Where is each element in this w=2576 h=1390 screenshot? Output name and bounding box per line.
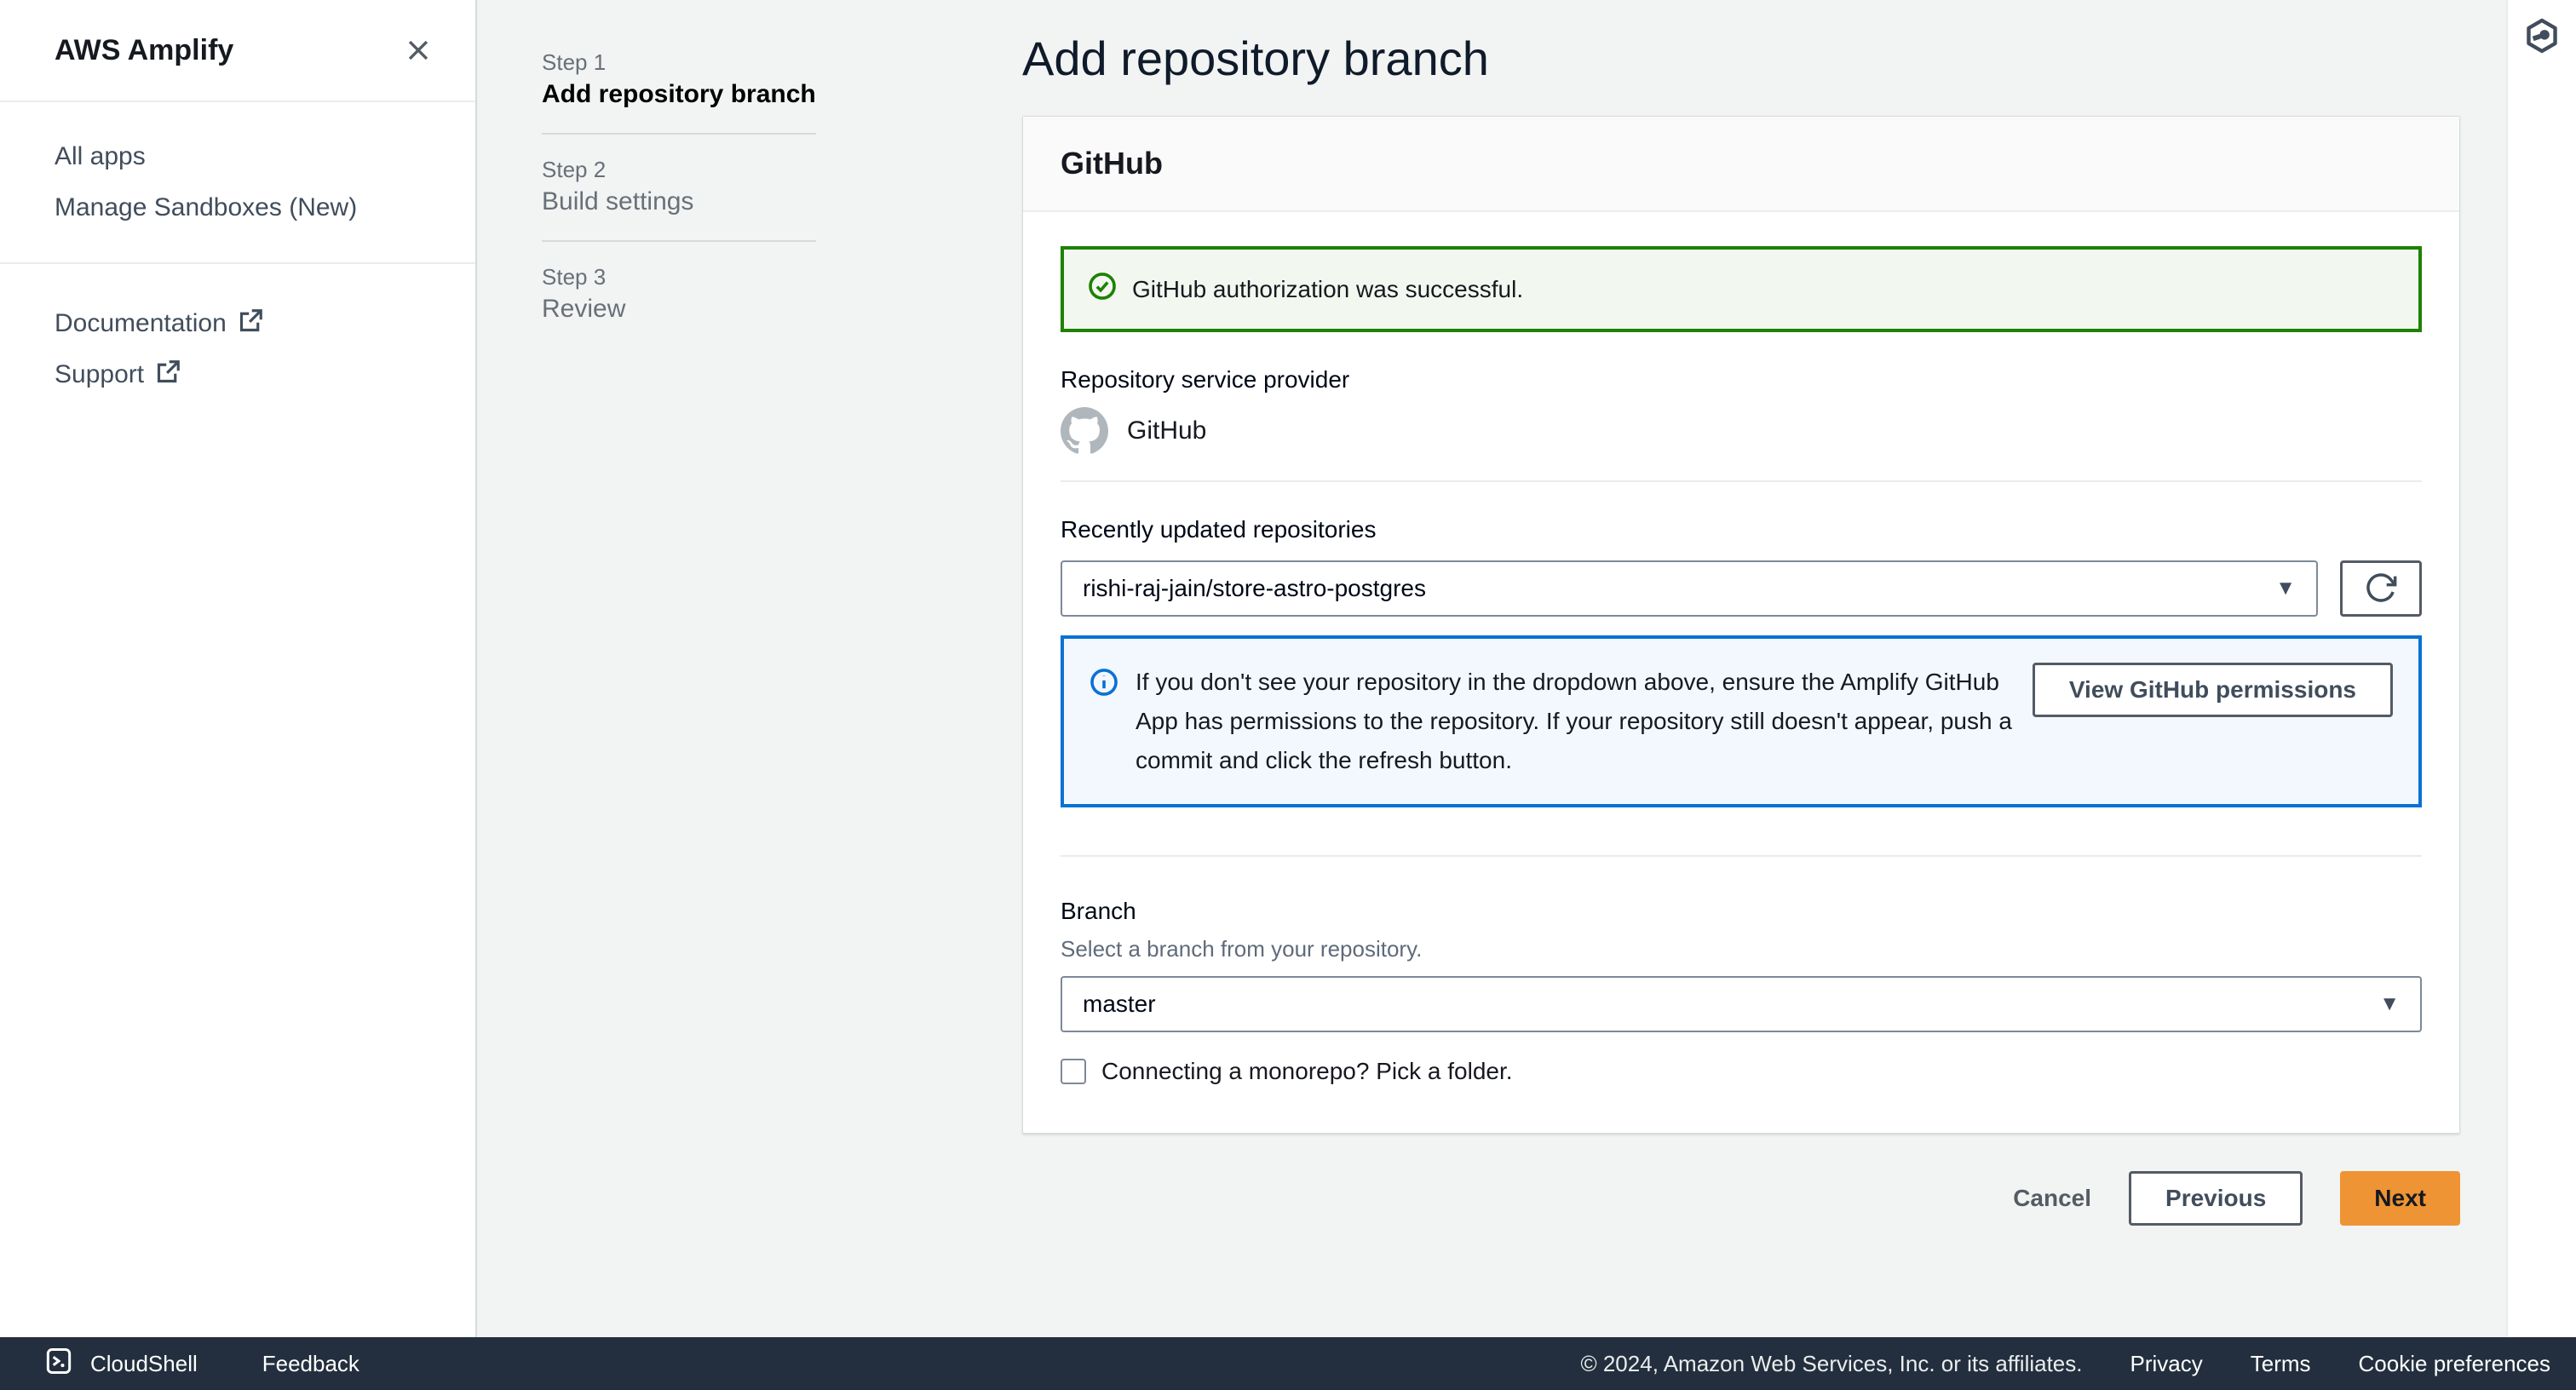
branch-label: Branch (1061, 894, 2422, 928)
panel-body: GitHub authorization was successful. Rep… (1023, 212, 2459, 1133)
sidebar-item-label: All apps (55, 142, 146, 171)
form-column: Add repository branch GitHub GitHu (1022, 0, 2460, 1337)
copyright-text: © 2024, Amazon Web Services, Inc. or its… (1580, 1351, 2082, 1377)
external-link-icon (156, 360, 180, 391)
cancel-button[interactable]: Cancel (2013, 1185, 2091, 1212)
wizard-step-2[interactable]: Step 2 Build settings (542, 155, 816, 220)
info-icon (1090, 668, 1118, 701)
info-alert-text: If you don't see your repository in the … (1136, 663, 2015, 780)
panel-header: GitHub (1023, 117, 2459, 212)
sidebar-item-manage-sandboxes[interactable]: Manage Sandboxes (New) (0, 182, 475, 233)
sidebar: AWS Amplify All apps Manage Sandboxes (N… (0, 0, 477, 1337)
page-title: Add repository branch (1022, 29, 2460, 89)
step-divider (542, 240, 816, 242)
step-label: Add repository branch (542, 77, 816, 112)
step-number: Step 1 (542, 48, 816, 77)
github-logo-icon (1061, 407, 1108, 455)
chevron-down-icon: ▼ (2379, 992, 2400, 1016)
branch-select[interactable]: master ▼ (1061, 976, 2422, 1032)
wizard-step-3[interactable]: Step 3 Review (542, 262, 816, 327)
sidebar-item-documentation[interactable]: Documentation (0, 298, 475, 349)
panel-title: GitHub (1061, 146, 1163, 181)
sidebar-item-label: Manage Sandboxes (New) (55, 193, 357, 222)
repository-field: Recently updated repositories rishi-raj-… (1061, 513, 2422, 617)
sidebar-close-button[interactable] (399, 31, 438, 70)
success-alert: GitHub authorization was successful. (1061, 246, 2422, 332)
info-alert: If you don't see your repository in the … (1061, 635, 2422, 807)
step-divider (542, 133, 816, 135)
feedback-link[interactable]: Feedback (262, 1351, 359, 1377)
monorepo-checkbox-label: Connecting a monorepo? Pick a folder. (1101, 1058, 1513, 1085)
step-number: Step 3 (542, 262, 816, 291)
wizard-actions: Cancel Previous Next (1022, 1171, 2460, 1226)
provider-field: Repository service provider GitHub (1061, 363, 2422, 455)
repository-label: Recently updated repositories (1061, 513, 2422, 547)
success-check-icon (1088, 272, 1117, 307)
repository-select-value: rishi-raj-jain/store-astro-postgres (1083, 575, 1426, 602)
monorepo-checkbox-row[interactable]: Connecting a monorepo? Pick a folder. (1061, 1058, 2422, 1085)
sidebar-item-all-apps[interactable]: All apps (0, 131, 475, 182)
sidebar-secondary-nav: Documentation Support (0, 264, 475, 434)
wizard-steps: Step 1 Add repository branch Step 2 Buil… (477, 0, 1022, 1337)
step-number: Step 2 (542, 155, 816, 184)
app-title: AWS Amplify (55, 34, 233, 67)
console-footer: CloudShell Feedback © 2024, Amazon Web S… (0, 1337, 2576, 1390)
previous-button[interactable]: Previous (2129, 1171, 2303, 1226)
branch-description: Select a branch from your repository. (1061, 933, 2422, 964)
privacy-link[interactable]: Privacy (2130, 1351, 2203, 1377)
section-divider (1061, 855, 2422, 857)
view-github-permissions-button[interactable]: View GitHub permissions (2033, 663, 2393, 717)
terms-link[interactable]: Terms (2251, 1351, 2311, 1377)
provider-value-row: GitHub (1061, 407, 2422, 455)
chevron-down-icon: ▼ (2275, 577, 2296, 600)
section-divider (1061, 480, 2422, 482)
provider-label: Repository service provider (1061, 363, 2422, 397)
branch-field: Branch Select a branch from your reposit… (1061, 894, 2422, 1032)
sidebar-item-label: Support (55, 360, 144, 389)
cloudshell-icon (43, 1345, 75, 1383)
cloudshell-button[interactable]: CloudShell (43, 1345, 198, 1383)
wizard-step-1[interactable]: Step 1 Add repository branch (542, 48, 816, 112)
refresh-icon (2364, 571, 2398, 607)
github-panel: GitHub GitHub authorization was successf… (1022, 116, 2460, 1134)
main-content: Step 1 Add repository branch Step 2 Buil… (477, 0, 2506, 1337)
sidebar-header: AWS Amplify (0, 0, 475, 102)
step-label: Review (542, 291, 816, 327)
app-body: AWS Amplify All apps Manage Sandboxes (N… (0, 0, 2576, 1337)
provider-value: GitHub (1127, 416, 1206, 445)
success-alert-text: GitHub authorization was successful. (1132, 276, 1523, 303)
cloudshell-label: CloudShell (90, 1351, 198, 1377)
close-icon (404, 55, 433, 67)
repository-select[interactable]: rishi-raj-jain/store-astro-postgres ▼ (1061, 560, 2318, 617)
amplify-hexagon-tools-icon[interactable] (2518, 12, 2566, 60)
sidebar-nav: All apps Manage Sandboxes (New) (0, 102, 475, 262)
refresh-repositories-button[interactable] (2340, 560, 2422, 617)
next-button[interactable]: Next (2340, 1171, 2460, 1226)
sidebar-item-label: Documentation (55, 309, 227, 338)
branch-select-value: master (1083, 991, 1156, 1018)
monorepo-checkbox[interactable] (1061, 1059, 1086, 1084)
right-rail (2506, 0, 2576, 1337)
sidebar-item-support[interactable]: Support (0, 349, 475, 400)
amplify-console-page: AWS Amplify All apps Manage Sandboxes (N… (0, 0, 2576, 1390)
step-label: Build settings (542, 184, 816, 220)
external-link-icon (239, 309, 262, 340)
cookie-preferences-link[interactable]: Cookie preferences (2359, 1351, 2550, 1377)
